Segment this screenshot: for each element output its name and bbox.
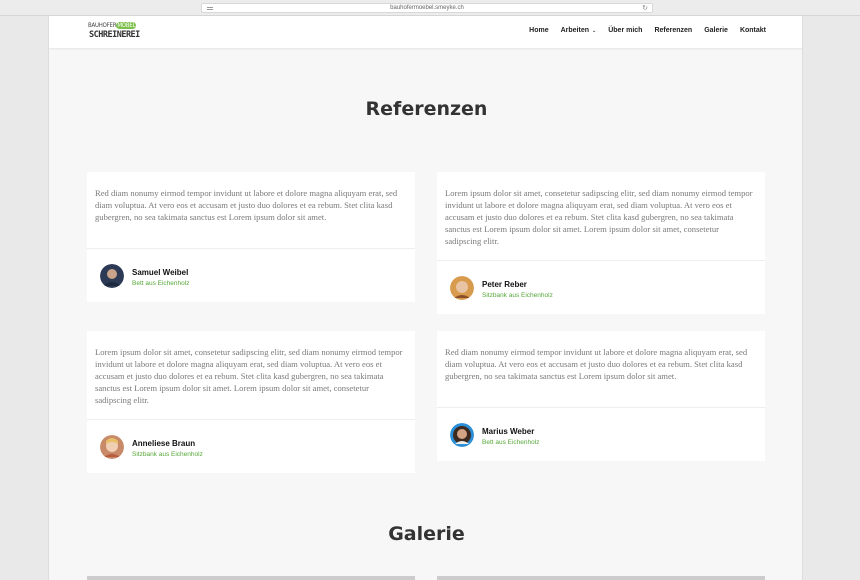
testimonial-card: Lorem ipsum dolor sit amet, consetetur s…: [437, 172, 765, 314]
logo-top-left: BAUHOFER: [88, 22, 117, 29]
avatar: [100, 435, 124, 459]
chevron-down-icon: ⌄: [592, 28, 597, 34]
reload-icon[interactable]: ↻: [642, 4, 648, 13]
person-name: Samuel Weibel: [132, 268, 189, 277]
nav-item-arbeiten[interactable]: Arbeiten ⌄: [561, 27, 597, 34]
gallery-image[interactable]: [437, 576, 765, 580]
testimonial-text: Lorem ipsum dolor sit amet, consetetur s…: [95, 347, 403, 405]
testimonial-card: Red diam nonumy eirmod tempor invidunt u…: [87, 172, 415, 302]
person-name: Marius Weber: [482, 427, 535, 436]
site-logo[interactable]: BAUHOFERMÖBEL SCHREINEREI: [88, 20, 140, 46]
nav-item-kontakt[interactable]: Kontakt: [740, 27, 766, 34]
references-heading: Referenzen: [365, 98, 488, 120]
person-project: Bett aus Eichenholz: [482, 439, 540, 446]
address-bar[interactable]: bauhofermoebel.smeyke.ch ↻: [201, 3, 653, 13]
main-nav: Home Arbeiten ⌄ Über mich Referenzen Gale…: [517, 27, 766, 34]
testimonial-text: Lorem ipsum dolor sit amet, consetetur s…: [445, 188, 753, 246]
gallery-heading: Galerie: [388, 523, 465, 545]
avatar: [450, 276, 474, 300]
nav-item-home[interactable]: Home: [529, 27, 548, 34]
browser-toolbar: bauhofermoebel.smeyke.ch ↻: [0, 0, 860, 16]
logo-top-line: BAUHOFERMÖBEL: [88, 22, 137, 29]
nav-item-ueber-mich[interactable]: Über mich: [608, 27, 642, 34]
person-project: Sitzbank aus Eichenholz: [482, 292, 553, 299]
testimonial-text: Red diam nonumy eirmod tempor invidunt u…: [95, 188, 398, 222]
testimonial-footer: Anneliese Braun Sitzbank aus Eichenholz: [87, 419, 415, 473]
nav-item-arbeiten-label: Arbeiten: [560, 27, 590, 34]
testimonial-footer: Marius Weber Bett aus Eichenholz: [437, 407, 765, 461]
logo-badge: MÖBEL: [116, 22, 137, 29]
logo-bottom-line: SCHREINEREI: [89, 30, 140, 40]
person-name: Peter Reber: [482, 280, 527, 289]
gallery-image[interactable]: [87, 576, 415, 580]
web-page: BAUHOFERMÖBEL SCHREINEREI Home Arbeiten ⌄…: [48, 16, 803, 580]
testimonial-footer: Peter Reber Sitzbank aus Eichenholz: [437, 260, 765, 314]
avatar: [100, 264, 124, 288]
testimonial-footer: Samuel Weibel Bett aus Eichenholz: [87, 248, 415, 302]
person-project: Bett aus Eichenholz: [132, 280, 190, 287]
person-project: Sitzbank aus Eichenholz: [132, 451, 203, 458]
site-header: BAUHOFERMÖBEL SCHREINEREI Home Arbeiten ⌄…: [49, 16, 802, 48]
url-text: bauhofermoebel.smeyke.ch: [390, 5, 464, 11]
testimonial-card: Lorem ipsum dolor sit amet, consetetur s…: [87, 331, 415, 473]
nav-item-galerie[interactable]: Galerie: [704, 27, 728, 34]
person-name: Anneliese Braun: [132, 439, 196, 448]
avatar: [450, 423, 474, 447]
nav-item-referenzen[interactable]: Referenzen: [654, 27, 692, 34]
testimonial-text: Red diam nonumy eirmod tempor invidunt u…: [445, 347, 748, 381]
testimonial-card: Red diam nonumy eirmod tempor invidunt u…: [437, 331, 765, 461]
